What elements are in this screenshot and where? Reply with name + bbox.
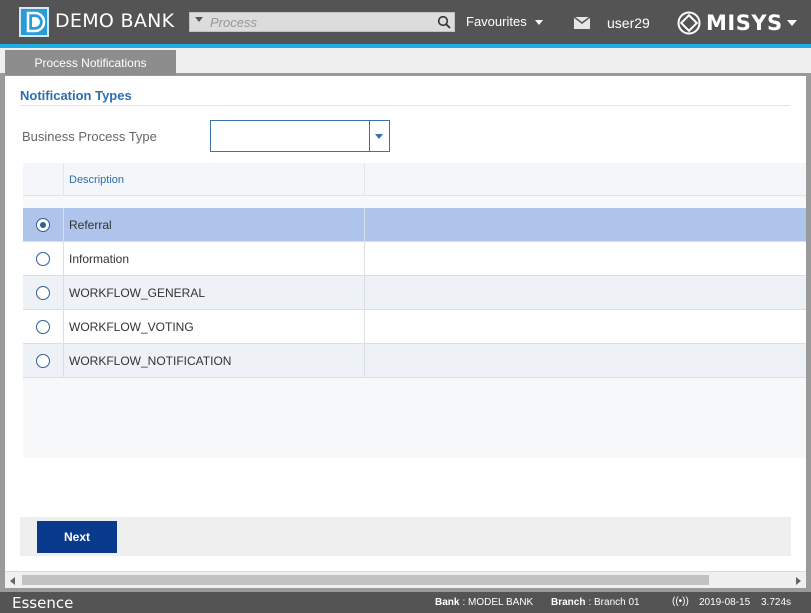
scroll-left-icon[interactable] [10, 577, 15, 585]
chevron-down-icon [375, 134, 383, 139]
business-process-type-select[interactable] [210, 120, 390, 152]
grid-body: Referral Information WORKFLOW_GENERAL WO… [23, 208, 806, 378]
main-panel: Notification Types Business Process Type… [5, 76, 806, 571]
branch-value: Branch 01 [594, 597, 640, 608]
favourites-label: Favourites [466, 14, 527, 29]
dropdown-button[interactable] [369, 121, 389, 151]
column-divider [364, 276, 365, 310]
next-button[interactable]: Next [37, 521, 117, 553]
app-name: Essence [12, 594, 74, 612]
chevron-down-icon[interactable] [195, 17, 203, 22]
table-row[interactable]: Referral [23, 208, 806, 242]
branch-info: Branch: Branch 01 [551, 597, 640, 608]
column-divider [63, 242, 64, 276]
row-description: WORKFLOW_VOTING [69, 320, 194, 334]
business-process-type-label: Business Process Type [22, 129, 157, 144]
favourites-menu[interactable]: Favourites [466, 14, 543, 29]
grid-header: Description [23, 163, 806, 196]
notification-types-grid: Description Referral Information WORKFLO… [23, 163, 806, 458]
section-title: Notification Types [20, 88, 790, 106]
username-label[interactable]: user29 [607, 15, 650, 31]
column-divider [364, 242, 365, 276]
row-radio[interactable] [36, 354, 50, 368]
process-search-input[interactable] [210, 14, 430, 30]
table-row[interactable]: WORKFLOW_VOTING [23, 310, 806, 344]
table-row[interactable]: Information [23, 242, 806, 276]
row-radio[interactable] [36, 218, 50, 232]
branch-label: Branch [551, 597, 586, 608]
process-search[interactable] [189, 12, 455, 32]
status-timing: 3.724s [761, 597, 792, 608]
row-description: Referral [69, 218, 112, 232]
chevron-down-icon [534, 20, 543, 26]
search-icon[interactable] [437, 15, 451, 29]
column-divider [63, 208, 64, 242]
column-divider [63, 276, 64, 310]
column-divider [364, 310, 365, 344]
table-row[interactable]: WORKFLOW_NOTIFICATION [23, 344, 806, 378]
column-divider [63, 163, 64, 196]
row-radio[interactable] [36, 320, 50, 334]
action-bar: Next [20, 517, 791, 556]
tab-strip: Process Notifications [0, 48, 811, 75]
column-divider [364, 163, 365, 196]
row-description: Information [69, 252, 130, 266]
column-divider [364, 208, 365, 242]
mail-icon[interactable] [574, 17, 590, 29]
column-divider [364, 344, 365, 378]
column-divider [63, 310, 64, 344]
horizontal-scrollbar[interactable] [5, 571, 806, 588]
column-header-description[interactable]: Description [69, 174, 124, 186]
bank-logo-icon[interactable] [19, 7, 49, 37]
bank-brand-name: DEMO BANK [55, 10, 175, 32]
row-radio[interactable] [36, 252, 50, 266]
connection-icon: ((•)) [672, 596, 689, 607]
vendor-logo-text: MISYS [706, 11, 783, 35]
vendor-logo[interactable]: MISYS [677, 10, 797, 36]
tab-process-notifications[interactable]: Process Notifications [5, 50, 176, 75]
chevron-down-icon[interactable] [786, 20, 797, 26]
column-divider [63, 344, 64, 378]
status-date: 2019-08-15 [699, 597, 751, 608]
status-bar: Essence Bank: MODEL BANK Branch: Branch … [0, 592, 811, 613]
bank-info: Bank: MODEL BANK [435, 597, 534, 608]
table-row[interactable]: WORKFLOW_GENERAL [23, 276, 806, 310]
scrollbar-thumb[interactable] [22, 575, 709, 585]
bank-label: Bank [435, 597, 460, 608]
row-description: WORKFLOW_GENERAL [69, 286, 206, 300]
row-description: WORKFLOW_NOTIFICATION [69, 354, 232, 368]
bank-value: MODEL BANK [468, 597, 534, 608]
row-radio[interactable] [36, 286, 50, 300]
scroll-right-icon[interactable] [796, 577, 801, 585]
misys-logo-icon [677, 11, 701, 35]
top-header: DEMO BANK Favourites user29 MISYS [0, 0, 811, 48]
